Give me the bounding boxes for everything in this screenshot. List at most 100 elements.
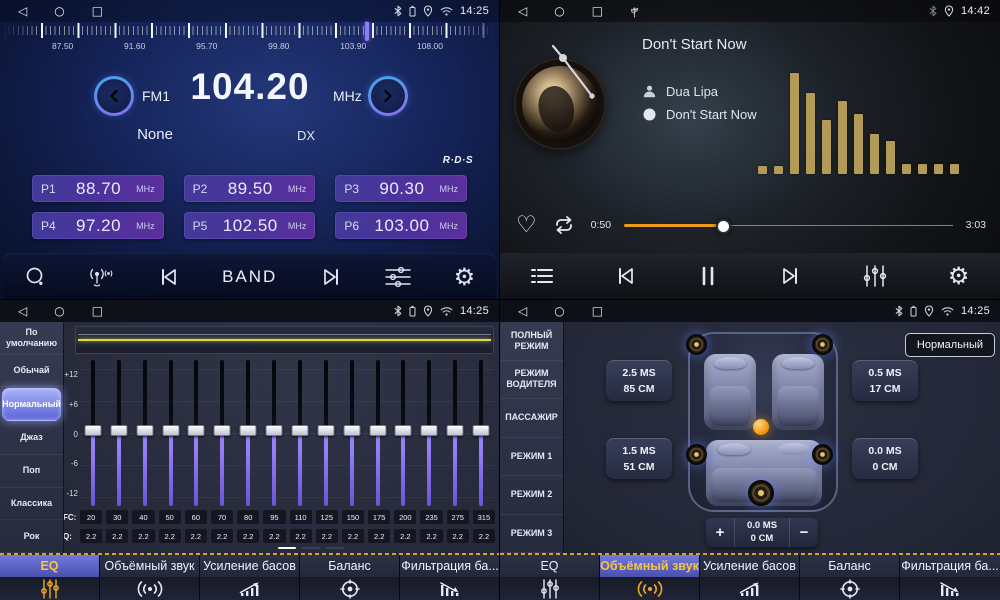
- filter-icon[interactable]: [900, 577, 1000, 600]
- eq-band-fc[interactable]: 175: [368, 510, 390, 524]
- back-icon[interactable]: ◁: [518, 5, 527, 18]
- tab-eq[interactable]: EQ: [0, 555, 100, 600]
- eq-band-q[interactable]: 2.2: [237, 529, 259, 543]
- bass-boost-icon[interactable]: [700, 577, 799, 600]
- eq-band-slider[interactable]: [158, 357, 184, 509]
- eq-band-fc[interactable]: 200: [394, 510, 416, 524]
- home-icon[interactable]: ○: [554, 305, 564, 317]
- eq-band-fc[interactable]: 95: [263, 510, 285, 524]
- progress-knob[interactable]: [716, 219, 731, 234]
- eq-preset-item[interactable]: Обычай: [0, 355, 63, 388]
- eq-band-slider[interactable]: [313, 357, 339, 509]
- balance-icon[interactable]: [800, 577, 899, 600]
- previous-track-button[interactable]: [614, 266, 638, 286]
- home-icon[interactable]: ○: [554, 5, 564, 18]
- tab-label[interactable]: Фильтрация ба...: [400, 555, 500, 577]
- eq-sliders-icon[interactable]: [500, 577, 599, 600]
- eq-slider-handle[interactable]: [84, 425, 101, 436]
- next-track-button[interactable]: [778, 266, 802, 286]
- eq-band-slider[interactable]: [80, 357, 106, 509]
- eq-band-q[interactable]: 2.2: [473, 529, 495, 543]
- eq-slider-handle[interactable]: [266, 425, 283, 436]
- favorite-button[interactable]: ♡: [516, 214, 537, 237]
- progress-bar[interactable]: [624, 218, 953, 232]
- back-icon[interactable]: ◁: [518, 305, 527, 317]
- surround-icon[interactable]: [600, 577, 699, 600]
- rear-left-delay-button[interactable]: 1.5 MS 51 CM: [606, 438, 672, 479]
- eq-band-fc[interactable]: 80: [237, 510, 259, 524]
- eq-slider-handle[interactable]: [188, 425, 205, 436]
- eq-band-fc[interactable]: 30: [106, 510, 128, 524]
- eq-band-slider[interactable]: [184, 357, 210, 509]
- eq-band-fc[interactable]: 125: [316, 510, 338, 524]
- eq-band-q[interactable]: 2.2: [132, 529, 154, 543]
- eq-band-q[interactable]: 2.2: [447, 529, 469, 543]
- eq-band-q[interactable]: 2.2: [290, 529, 312, 543]
- eq-preset-item[interactable]: По умолчанию: [0, 322, 63, 355]
- eq-band-q[interactable]: 2.2: [106, 529, 128, 543]
- balance-icon[interactable]: [300, 577, 399, 600]
- repeat-button[interactable]: [550, 215, 578, 235]
- equalizer-button[interactable]: [863, 265, 887, 287]
- eq-band-q[interactable]: 2.2: [185, 529, 207, 543]
- tab-balance[interactable]: Баланс: [800, 555, 900, 600]
- eq-band-fc[interactable]: 150: [342, 510, 364, 524]
- listening-mode-item[interactable]: РЕЖИМ 3: [500, 515, 563, 554]
- tuner-scale[interactable]: 87.5091.6095.7099.80103.90108.00: [4, 23, 495, 59]
- eq-slider-handle[interactable]: [369, 425, 386, 436]
- eq-slider-handle[interactable]: [421, 425, 438, 436]
- pause-button[interactable]: [699, 266, 717, 286]
- tab-bass-boost[interactable]: Усиление басов: [700, 555, 800, 600]
- eq-band-slider[interactable]: [365, 357, 391, 509]
- eq-slider-handle[interactable]: [136, 425, 153, 436]
- eq-band-fc[interactable]: 40: [132, 510, 154, 524]
- tab-label[interactable]: EQ: [500, 555, 599, 577]
- surround-icon[interactable]: [100, 577, 199, 600]
- eq-band-fc[interactable]: 60: [185, 510, 207, 524]
- eq-band-q[interactable]: 2.2: [368, 529, 390, 543]
- rear-right-delay-button[interactable]: 0.0 MS 0 CM: [852, 438, 918, 479]
- eq-band-q[interactable]: 2.2: [263, 529, 285, 543]
- eq-band-q[interactable]: 2.2: [394, 529, 416, 543]
- front-right-delay-button[interactable]: 0.5 MS 17 CM: [852, 360, 918, 401]
- recents-icon[interactable]: □: [92, 305, 103, 317]
- back-icon[interactable]: ◁: [18, 5, 27, 17]
- tab-label[interactable]: Баланс: [800, 555, 899, 577]
- eq-band-slider[interactable]: [468, 357, 494, 509]
- playlist-button[interactable]: [531, 268, 553, 284]
- eq-band-fc[interactable]: 20: [80, 510, 102, 524]
- eq-preset-item[interactable]: Джаз: [0, 422, 63, 455]
- eq-slider-handle[interactable]: [395, 425, 412, 436]
- eq-band-q[interactable]: 2.2: [80, 529, 102, 543]
- listening-mode-item[interactable]: РЕЖИМ 1: [500, 438, 563, 477]
- tune-up-button[interactable]: [368, 76, 408, 116]
- eq-band-slider[interactable]: [209, 357, 235, 509]
- recents-icon[interactable]: □: [92, 5, 103, 17]
- eq-slider-handle[interactable]: [343, 425, 360, 436]
- eq-band-fc[interactable]: 70: [211, 510, 233, 524]
- eq-band-slider[interactable]: [261, 357, 287, 509]
- tab-label[interactable]: Усиление басов: [700, 555, 799, 577]
- front-left-delay-button[interactable]: 2.5 MS 85 CM: [606, 360, 672, 401]
- eq-band-slider[interactable]: [339, 357, 365, 509]
- eq-band-fc[interactable]: 50: [159, 510, 181, 524]
- eq-band-q[interactable]: 2.2: [420, 529, 442, 543]
- eq-band-fc[interactable]: 275: [447, 510, 469, 524]
- settings-button[interactable]: ⚙: [454, 265, 476, 289]
- eq-slider-handle[interactable]: [473, 425, 490, 436]
- tune-down-button[interactable]: [94, 76, 134, 116]
- scan-button[interactable]: [24, 266, 46, 288]
- eq-preset-item[interactable]: Классика: [0, 488, 63, 521]
- listening-mode-item[interactable]: ПОЛНЫЙ РЕЖИМ: [500, 322, 563, 361]
- next-station-button[interactable]: [319, 267, 343, 287]
- eq-slider-handle[interactable]: [447, 425, 464, 436]
- eq-preset-item[interactable]: Нормальный: [2, 388, 61, 421]
- broadcast-button[interactable]: [87, 266, 115, 288]
- listening-mode-item[interactable]: ПАССАЖИР: [500, 399, 563, 438]
- eq-slider-handle[interactable]: [110, 425, 127, 436]
- eq-band-q[interactable]: 2.2: [342, 529, 364, 543]
- preset-button[interactable]: P6 103.00 MHz: [335, 212, 467, 239]
- eq-slider-handle[interactable]: [291, 425, 308, 436]
- recents-icon[interactable]: □: [592, 305, 603, 317]
- recents-icon[interactable]: □: [592, 5, 603, 18]
